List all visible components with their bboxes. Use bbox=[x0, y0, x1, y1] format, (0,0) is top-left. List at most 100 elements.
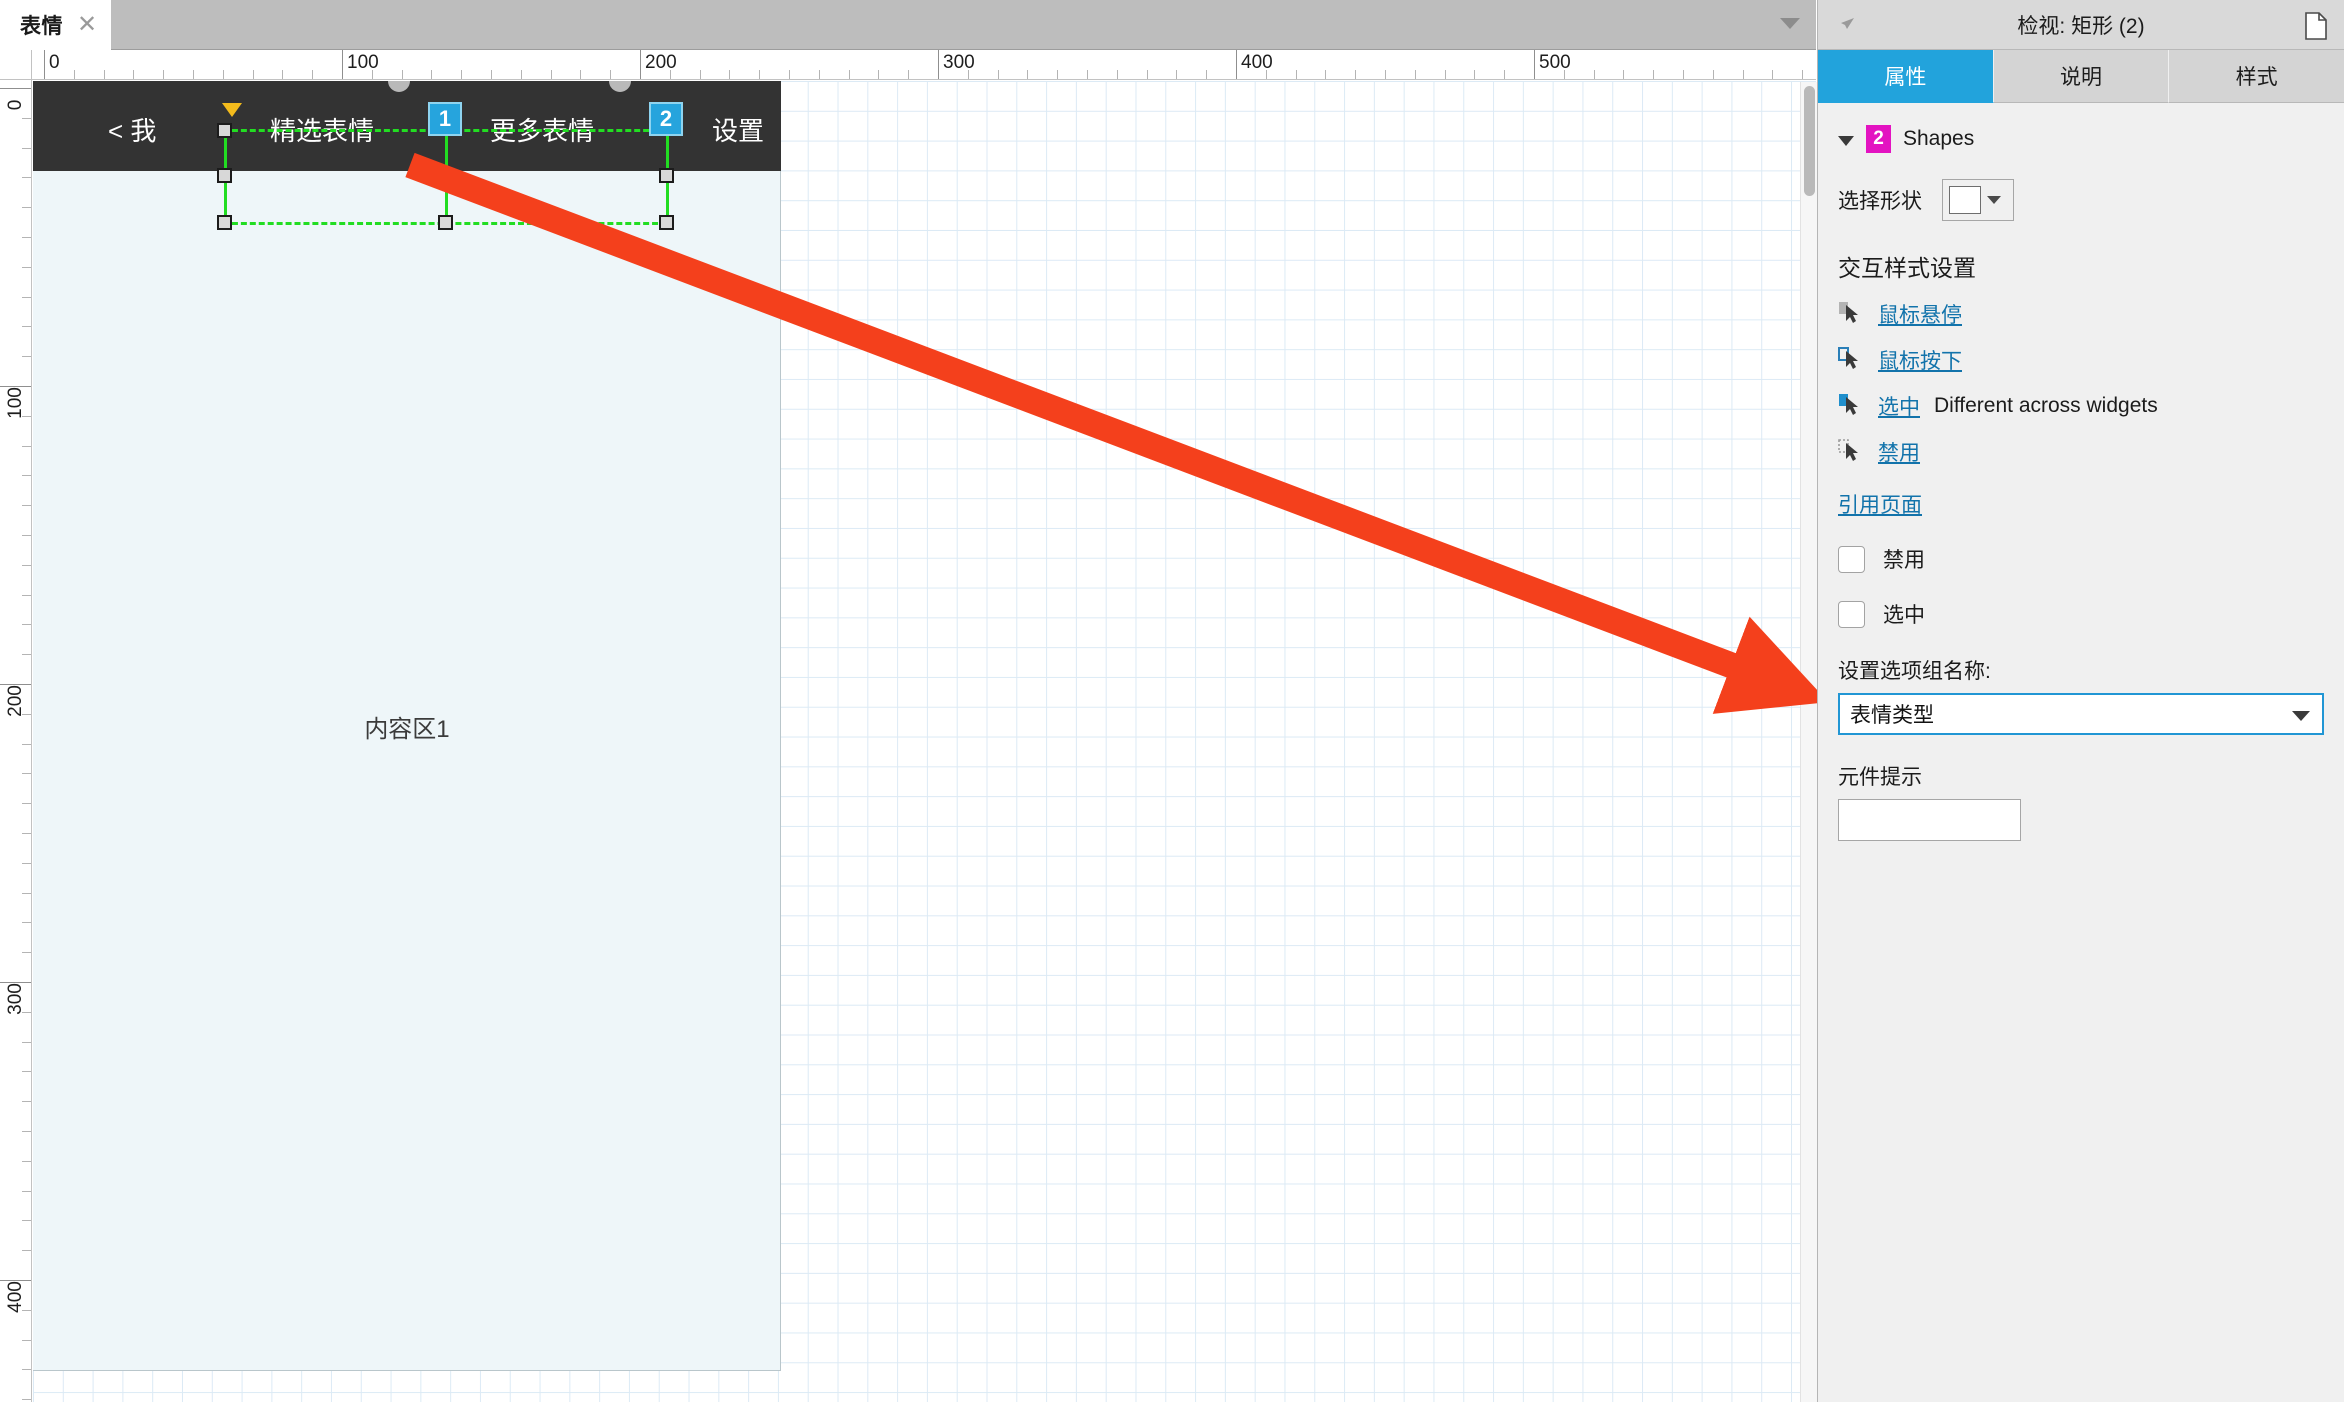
tab-biaoqing[interactable]: 表情 ✕ bbox=[0, 0, 112, 50]
tab-label: 表情 bbox=[20, 15, 63, 38]
ruler-minor-tick bbox=[22, 1399, 31, 1401]
ruler-minor-tick bbox=[22, 1309, 31, 1311]
ruler-minor-tick bbox=[22, 505, 31, 507]
ruler-minor-tick bbox=[22, 1071, 31, 1073]
ruler-minor-tick bbox=[22, 654, 31, 656]
ruler-minor-tick bbox=[1444, 70, 1446, 79]
cursor-hover-icon bbox=[1838, 301, 1864, 327]
ruler-minor-tick bbox=[22, 535, 31, 536]
page-icon[interactable] bbox=[2304, 12, 2328, 45]
caret-down-icon[interactable] bbox=[2292, 711, 2310, 721]
ruler-minor-tick bbox=[1683, 70, 1684, 79]
resize-handle-tl[interactable] bbox=[217, 123, 232, 138]
shapes-section-header[interactable]: 2 Shapes bbox=[1818, 103, 2344, 159]
link-hover-style[interactable]: 鼠标悬停 bbox=[1878, 299, 1962, 329]
inspector-tabs: 属性 说明 样式 bbox=[1818, 50, 2344, 103]
resize-handle-mr[interactable] bbox=[659, 168, 674, 183]
link-disabled-style[interactable]: 禁用 bbox=[1878, 437, 1920, 467]
pointer-arrow-icon[interactable] bbox=[1834, 14, 1858, 43]
link-reference-page[interactable]: 引用页面 bbox=[1838, 494, 1922, 517]
link-mousedown-style[interactable]: 鼠标按下 bbox=[1878, 345, 1962, 375]
nav-item-settings[interactable]: 设置 bbox=[712, 111, 764, 148]
ruler-minor-tick bbox=[22, 833, 31, 834]
checkbox-disabled[interactable] bbox=[1838, 545, 1865, 573]
ruler-minor-tick bbox=[1623, 70, 1625, 79]
ruler-minor-tick bbox=[193, 70, 194, 79]
chevron-down-icon[interactable] bbox=[1838, 135, 1854, 146]
resize-handle-br[interactable] bbox=[659, 215, 674, 230]
inspector-header: 检视: 矩形 (2) bbox=[1818, 0, 2344, 50]
horizontal-ruler[interactable]: 0100200300400500600700800 bbox=[32, 50, 1816, 80]
reference-page-row: 引用页面 bbox=[1818, 467, 2344, 519]
content-area-label: 内容区1 bbox=[364, 716, 450, 743]
ruler-minor-tick bbox=[610, 70, 612, 79]
checkbox-selected[interactable] bbox=[1838, 600, 1865, 628]
tab-style[interactable]: 样式 bbox=[2169, 50, 2344, 103]
ruler-label: 300 bbox=[943, 52, 975, 73]
ruler-minor-tick bbox=[22, 1160, 31, 1162]
ruler-minor-tick bbox=[22, 117, 31, 119]
ruler-minor-tick bbox=[729, 70, 731, 79]
resize-handle-bm[interactable] bbox=[438, 215, 453, 230]
tab-properties[interactable]: 属性 bbox=[1818, 50, 1994, 103]
ruler-minor-tick bbox=[22, 207, 31, 209]
design-canvas[interactable]: < 我 精选表情 更多表情 设置 内容区1 1 2 bbox=[33, 81, 1816, 1402]
shape-picker-dropdown[interactable] bbox=[1942, 179, 2014, 221]
canvas-vertical-scrollbar[interactable] bbox=[1800, 82, 1817, 1402]
ruler-minor-tick bbox=[1385, 70, 1386, 79]
caret-down-icon[interactable] bbox=[1987, 196, 2001, 204]
selection-badge-2[interactable]: 2 bbox=[649, 102, 683, 136]
ruler-minor-tick bbox=[371, 70, 373, 79]
ruler-minor-tick bbox=[1593, 70, 1595, 79]
tooltip-input[interactable] bbox=[1838, 799, 2021, 841]
ruler-minor-tick bbox=[491, 70, 492, 79]
link-selected-style[interactable]: 选中 bbox=[1878, 391, 1920, 421]
inspector-panel: 检视: 矩形 (2) 属性 说明 样式 2 Shapes 选择形状 交互样式设置… bbox=[1817, 0, 2344, 1402]
ruler-minor-tick bbox=[222, 70, 224, 79]
shape-picker-row: 选择形状 bbox=[1818, 179, 2344, 221]
ruler-minor-tick bbox=[401, 70, 403, 79]
checkbox-row-disabled[interactable]: 禁用 bbox=[1818, 519, 2344, 574]
ruler-minor-tick bbox=[22, 177, 31, 179]
option-group-combobox[interactable]: 表情类型 bbox=[1838, 693, 2324, 735]
ruler-minor-tick bbox=[22, 1190, 31, 1192]
ruler-label: 200 bbox=[5, 685, 26, 717]
tab-notes[interactable]: 说明 bbox=[1993, 50, 2170, 103]
ruler-minor-tick bbox=[22, 326, 31, 328]
ruler-label: 400 bbox=[1241, 52, 1273, 73]
ruler-minor-tick bbox=[22, 743, 31, 745]
ruler-minor-tick bbox=[22, 952, 31, 954]
vertical-ruler[interactable]: 0100200300400500600 bbox=[0, 80, 32, 1402]
page-frame[interactable]: < 我 精选表情 更多表情 设置 内容区1 1 2 bbox=[33, 81, 781, 1371]
scrollbar-thumb[interactable] bbox=[1804, 86, 1815, 196]
ruler-minor-tick bbox=[1772, 70, 1774, 79]
ruler-minor-tick bbox=[461, 70, 463, 79]
ruler-corner bbox=[0, 50, 32, 80]
selection-badge-1[interactable]: 1 bbox=[428, 102, 462, 136]
ruler-minor-tick bbox=[818, 70, 820, 79]
ruler-minor-tick bbox=[1563, 70, 1565, 79]
style-row-hover: 鼠标悬停 bbox=[1818, 283, 2344, 329]
cursor-selected-icon bbox=[1838, 393, 1864, 419]
ruler-minor-tick bbox=[22, 1041, 31, 1043]
nav-item-back[interactable]: < 我 bbox=[108, 111, 156, 148]
checkbox-row-selected[interactable]: 选中 bbox=[1818, 574, 2344, 629]
ruler-minor-tick bbox=[22, 475, 31, 477]
close-icon[interactable]: ✕ bbox=[77, 13, 97, 37]
ruler-minor-tick bbox=[22, 862, 31, 864]
ruler-minor-tick bbox=[789, 70, 790, 79]
ruler-minor-tick bbox=[1027, 70, 1029, 79]
ruler-minor-tick bbox=[997, 70, 999, 79]
ruler-minor-tick bbox=[22, 1101, 31, 1103]
interaction-styles-title: 交互样式设置 bbox=[1838, 255, 1976, 281]
ruler-minor-tick bbox=[1146, 70, 1148, 79]
app-window: 表情 ✕ 0100200300400500600700800 010020030… bbox=[0, 0, 2344, 1402]
ruler-minor-tick bbox=[22, 892, 31, 894]
ruler-minor-tick bbox=[878, 70, 880, 79]
resize-handle-bl[interactable] bbox=[217, 215, 232, 230]
chevron-down-icon[interactable] bbox=[1780, 18, 1800, 29]
ruler-label: 300 bbox=[5, 983, 26, 1015]
resize-handle-ml[interactable] bbox=[217, 168, 232, 183]
ruler-minor-tick bbox=[1325, 70, 1327, 79]
ruler-minor-tick bbox=[1265, 70, 1267, 79]
